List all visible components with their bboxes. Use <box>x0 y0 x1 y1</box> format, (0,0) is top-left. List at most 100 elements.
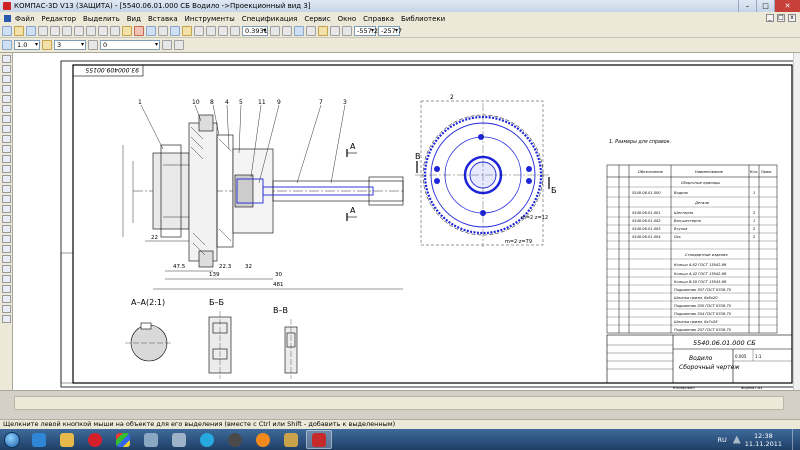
taskbar-kompas[interactable] <box>306 430 332 449</box>
doc-close-button[interactable]: x <box>788 14 796 22</box>
preview-icon[interactable] <box>50 26 60 36</box>
mirror-tool-icon[interactable] <box>2 295 11 303</box>
copy-icon[interactable] <box>74 26 84 36</box>
open-folder-icon[interactable] <box>14 26 24 36</box>
print-icon[interactable] <box>38 26 48 36</box>
line-width-combo[interactable]: 1.0 <box>14 40 40 50</box>
associative-view-icon[interactable] <box>2 125 11 133</box>
library-manager-icon[interactable] <box>134 26 144 36</box>
properties-panel-content[interactable] <box>14 396 784 410</box>
menu-select[interactable]: Выделить <box>83 15 120 23</box>
show-desktop-button[interactable] <box>792 429 800 450</box>
select-tool-icon[interactable] <box>2 115 11 123</box>
taskbar-files[interactable] <box>278 430 304 449</box>
drawing-canvas[interactable]: 93.000409.00155 1 10 8 4 5 11 9 7 3 А А … <box>13 53 800 390</box>
taskbar-ie[interactable] <box>26 430 52 449</box>
hatch-icon[interactable] <box>174 40 184 50</box>
menu-libraries[interactable]: Библиотеки <box>401 15 445 23</box>
pan-icon[interactable] <box>270 26 280 36</box>
arc-tool-icon[interactable] <box>2 195 11 203</box>
polyline-tool-icon[interactable] <box>2 215 11 223</box>
rectangle-tool-icon[interactable] <box>2 205 11 213</box>
coordinates-icon[interactable] <box>342 26 352 36</box>
taskbar-mail[interactable] <box>250 430 276 449</box>
close-button[interactable]: ✕ <box>774 0 800 12</box>
doc-minimize-button[interactable]: _ <box>766 14 774 22</box>
doc-maximize-button[interactable]: □ <box>777 14 785 22</box>
properties-icon[interactable] <box>122 26 132 36</box>
zoom-all-icon[interactable] <box>230 26 240 36</box>
table-tool-icon[interactable] <box>2 275 11 283</box>
start-button[interactable] <box>0 429 24 450</box>
copy-tool-icon[interactable] <box>2 305 11 313</box>
undo-icon[interactable] <box>98 26 108 36</box>
scale-combo[interactable]: 0.3931 <box>242 26 268 36</box>
menu-help[interactable]: Справка <box>363 15 394 23</box>
taskbar-utility[interactable] <box>138 430 164 449</box>
taskbar-explorer[interactable] <box>54 430 80 449</box>
text-tool-icon[interactable] <box>2 265 11 273</box>
circle-tool-icon[interactable] <box>2 185 11 193</box>
help-icon[interactable] <box>158 26 168 36</box>
segment-tool-icon[interactable] <box>2 175 11 183</box>
geometry-tool-icon[interactable] <box>2 55 11 63</box>
menu-specification[interactable]: Спецификация <box>242 15 298 23</box>
menu-editor[interactable]: Редактор <box>41 15 76 23</box>
designations-tool-icon[interactable] <box>2 75 11 83</box>
dimensions-tool-icon[interactable] <box>2 65 11 73</box>
insert-tool-icon[interactable] <box>2 155 11 163</box>
menu-tools[interactable]: Инструменты <box>185 15 235 23</box>
minimize-button[interactable]: – <box>738 0 756 12</box>
menu-insert[interactable]: Вставка <box>148 15 178 23</box>
trim-tool-icon[interactable] <box>2 285 11 293</box>
grid-icon[interactable] <box>306 26 316 36</box>
color-icon[interactable] <box>162 40 172 50</box>
menu-view[interactable]: Вид <box>127 15 141 23</box>
zoom-in-icon[interactable] <box>194 26 204 36</box>
parametrize-tool-icon[interactable] <box>2 95 11 103</box>
taskbar-tool[interactable] <box>166 430 192 449</box>
layer-icon[interactable] <box>42 40 52 50</box>
coord-x-field[interactable]: -557.2 <box>354 26 378 36</box>
spline-tool-icon[interactable] <box>2 225 11 233</box>
spec-tool-icon[interactable] <box>2 135 11 143</box>
taskbar-skype[interactable] <box>194 430 220 449</box>
local-cs-icon[interactable] <box>318 26 328 36</box>
taskbar-opera[interactable] <box>82 430 108 449</box>
zoom-out-icon[interactable] <box>206 26 216 36</box>
style-combo[interactable]: 0 <box>100 40 160 50</box>
maximize-button[interactable]: □ <box>756 0 774 12</box>
language-indicator[interactable]: RU <box>718 436 727 444</box>
show-hidden-icons-icon[interactable] <box>732 435 741 444</box>
cut-icon[interactable] <box>62 26 72 36</box>
new-document-icon[interactable] <box>2 26 12 36</box>
chamfer-tool-icon[interactable] <box>2 235 11 243</box>
measure-tool-icon[interactable] <box>2 105 11 113</box>
menu-service[interactable]: Сервис <box>304 15 330 23</box>
vertical-scrollbar[interactable] <box>793 53 800 390</box>
paste-icon[interactable] <box>86 26 96 36</box>
clock[interactable]: 12:38 11.11.2011 <box>745 432 782 448</box>
reports-tool-icon[interactable] <box>2 145 11 153</box>
fillet-tool-icon[interactable] <box>2 245 11 253</box>
layers-icon[interactable] <box>170 26 180 36</box>
zoom-window-icon[interactable] <box>218 26 228 36</box>
hatch-tool-icon[interactable] <box>2 255 11 263</box>
ortho-icon[interactable] <box>330 26 340 36</box>
move-tool-icon[interactable] <box>2 315 11 323</box>
snap-icon[interactable] <box>182 26 192 36</box>
taskbar-games[interactable] <box>110 430 136 449</box>
refresh-icon[interactable] <box>282 26 292 36</box>
layer-combo[interactable]: 3 <box>54 40 86 50</box>
point-tool-icon[interactable] <box>2 165 11 173</box>
menu-window[interactable]: Окно <box>338 15 357 23</box>
style-icon[interactable] <box>88 40 98 50</box>
coord-y-field[interactable]: -257.7 <box>378 26 402 36</box>
redo-icon[interactable] <box>110 26 120 36</box>
menu-file[interactable]: Файл <box>15 15 34 23</box>
save-icon[interactable] <box>26 26 36 36</box>
rotate-icon[interactable] <box>294 26 304 36</box>
edit-tool-icon[interactable] <box>2 85 11 93</box>
taskbar-media[interactable] <box>222 430 248 449</box>
line-style-icon[interactable] <box>2 40 12 50</box>
